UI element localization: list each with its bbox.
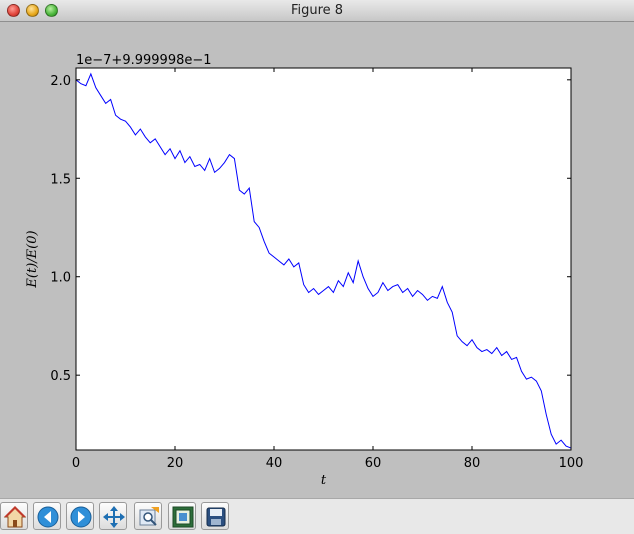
title-bar[interactable]: Figure 8 [0,0,634,22]
y-offset-label: 1e−7+9.999998e−1 [76,53,212,68]
configure-subplots-icon [172,506,194,528]
y-tick-label: 1.0 [50,271,71,286]
back-button[interactable] [33,502,61,530]
x-axis-label: t [321,473,327,488]
forward-icon [70,506,92,528]
x-tick-label: 100 [559,456,584,471]
line-chart: 0 20 40 60 80 100 0.5 1.0 1.5 2.0 1e−7+9.999998e−1… [25,53,584,488]
home-button[interactable] [0,502,28,530]
zoom-rect-button[interactable] [134,502,162,530]
navigation-toolbar [0,498,634,534]
y-axis-label: E(t)/E(0) [25,230,40,288]
y-tick-label: 2.0 [50,74,71,89]
axes-background[interactable] [76,68,571,450]
x-tick-label: 20 [167,456,184,471]
x-tick-label: 80 [464,456,481,471]
pan-icon [103,506,125,528]
pan-button[interactable] [99,502,127,530]
figure-window: Figure 8 0 20 40 60 80 100 0.5 1.0 1.5 2.0 1e−7+9.… [0,0,634,534]
save-button[interactable] [201,502,229,530]
x-tick-label: 60 [365,456,382,471]
back-icon [37,506,59,528]
x-tick-label: 0 [72,456,80,471]
x-tick-label: 40 [266,456,283,471]
y-tick-label: 0.5 [50,369,71,384]
figure-canvas[interactable]: 0 20 40 60 80 100 0.5 1.0 1.5 2.0 1e−7+9.999998e−1… [0,22,634,498]
save-icon [206,507,226,527]
zoom-rect-icon [139,507,159,526]
window-title: Figure 8 [290,3,344,18]
configure-subplots-button[interactable] [168,502,196,530]
home-icon [3,506,27,528]
y-tick-label: 1.5 [50,172,71,187]
forward-button[interactable] [66,502,94,530]
